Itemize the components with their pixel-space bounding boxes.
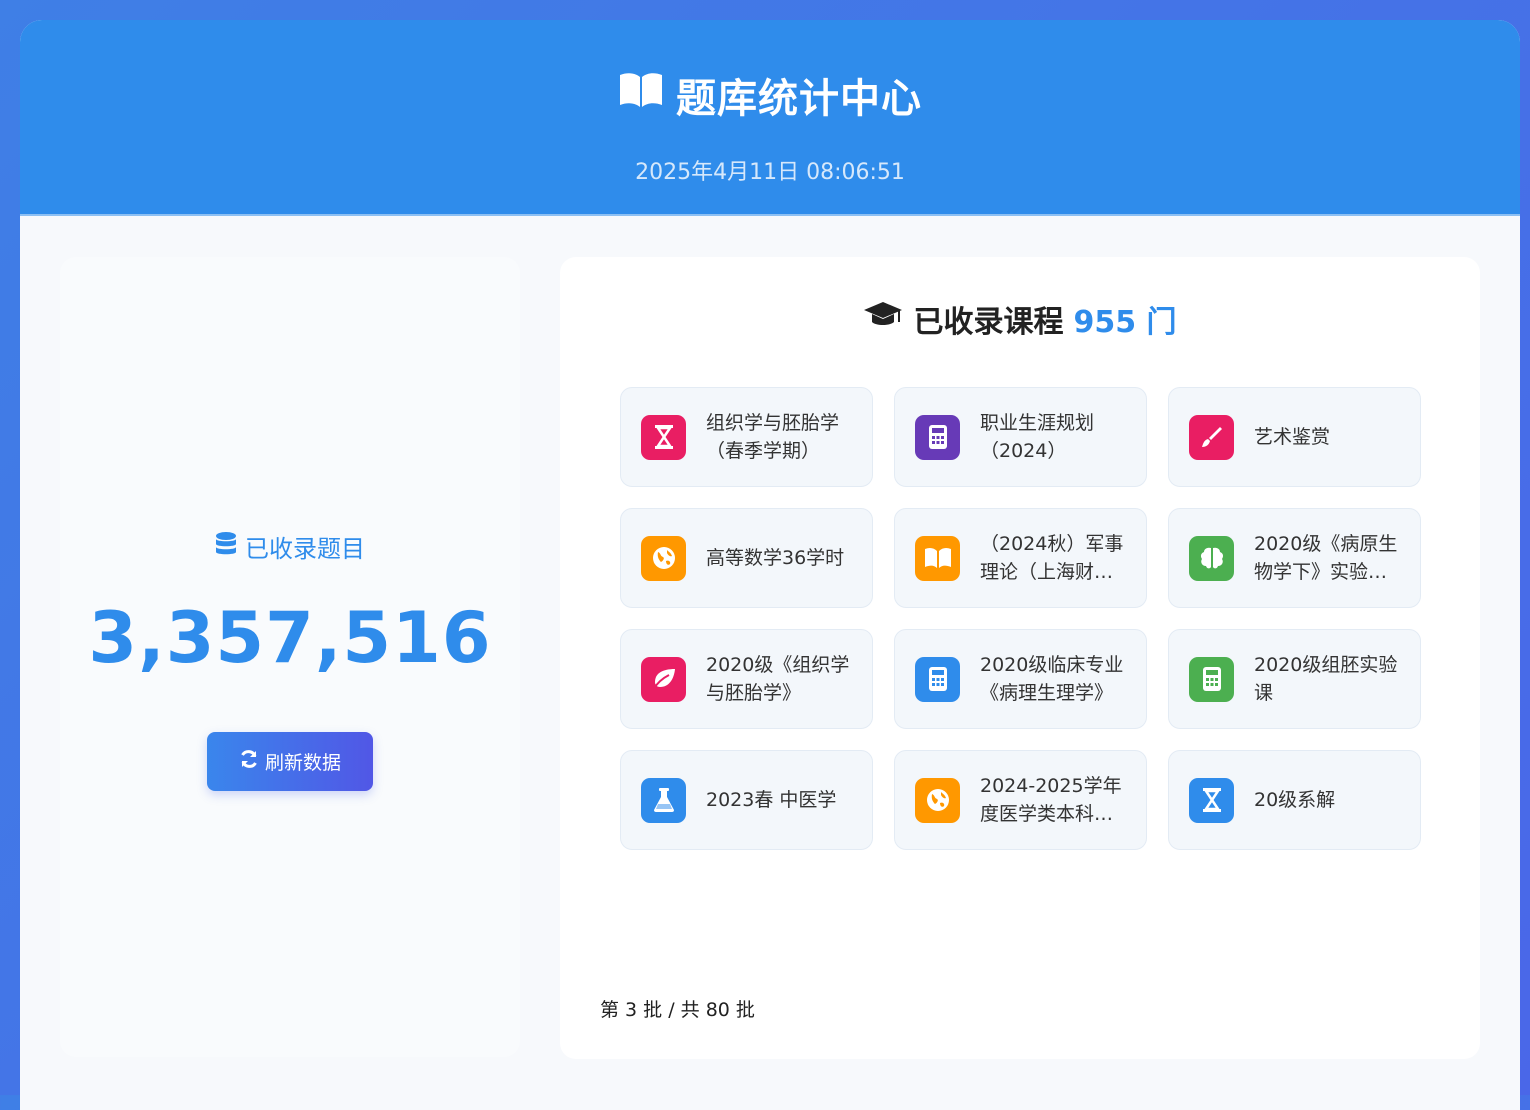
current-datetime: 2025年4月11日 08:06:51 (635, 160, 905, 185)
question-count-value: 3,357,516 (88, 597, 492, 679)
refresh-icon (239, 749, 259, 774)
globe-icon (915, 777, 960, 823)
course-grid: 组织学与胚胎学（春季学期） 职业生涯规划（2024） 艺术鉴赏高等数学36学时 （20… (620, 387, 1421, 850)
book-icon (915, 535, 960, 581)
course-name: 2023春 中医学 (706, 789, 837, 811)
brain-icon (1189, 535, 1234, 581)
course-name: 组织学与胚胎学（春季学期） (706, 412, 840, 462)
course-card[interactable]: 2024-2025学年度医学类本科… (894, 750, 1147, 850)
course-card[interactable]: （2024秋）军事理论（上海财… (894, 508, 1147, 608)
course-card[interactable]: 20级系解 (1168, 750, 1421, 850)
course-card[interactable]: 组织学与胚胎学（春季学期） (620, 387, 873, 487)
course-name: 2020级《组织学与胚胎学》 (706, 654, 850, 704)
question-stats-panel: 已收录题目 3,357,516 刷新数据 (60, 257, 520, 1057)
courses-panel: 已收录课程 955 门 组织学与胚胎学（春季学期） 职业生涯规划（2024） 艺术鉴… (560, 257, 1480, 1059)
stat-label-text: 已收录题目 (245, 535, 365, 563)
course-name: 2020级临床专业《病理生理学》 (980, 654, 1124, 704)
course-card[interactable]: 高等数学36学时 (620, 508, 873, 608)
course-name: 高等数学36学时 (706, 547, 845, 569)
course-name: 艺术鉴赏 (1254, 426, 1331, 448)
globe-icon (641, 535, 686, 581)
course-name: 2024-2025学年度医学类本科… (980, 775, 1122, 825)
course-name: 职业生涯规划（2024） (980, 412, 1095, 462)
course-card[interactable]: 艺术鉴赏 (1168, 387, 1421, 487)
refresh-label: 刷新数据 (264, 752, 341, 774)
hourglass-icon (641, 414, 686, 460)
courses-count: 955 门 (1073, 305, 1177, 340)
hourglass-icon (1189, 777, 1234, 823)
course-card[interactable]: 职业生涯规划（2024） (894, 387, 1147, 487)
course-card[interactable]: 2020级临床专业《病理生理学》 (894, 629, 1147, 729)
course-card[interactable]: 2020级《病原生物学下》实验… (1168, 508, 1421, 608)
title-text: 题库统计中心 (676, 76, 922, 122)
header: 题库统计中心 2025年4月11日 08:06:51 (20, 20, 1520, 216)
course-name: （2024秋）军事理论（上海财… (980, 533, 1124, 583)
course-card[interactable]: 2020级《组织学与胚胎学》 (620, 629, 873, 729)
courses-heading: 已收录课程 955 门 (560, 297, 1480, 341)
brush-icon (1189, 414, 1234, 460)
graduation-cap-icon (863, 300, 903, 338)
leaf-icon (641, 656, 686, 702)
dashboard-card: 题库统计中心 2025年4月11日 08:06:51 已收录题目 3,357,5… (20, 20, 1520, 1110)
database-icon (215, 531, 237, 563)
courses-heading-text: 已收录课程 (913, 305, 1064, 340)
refresh-button[interactable]: 刷新数据 (207, 732, 373, 791)
page-title: 题库统计中心 (20, 20, 1520, 124)
calculator-icon (915, 656, 960, 702)
calculator-icon (915, 414, 960, 460)
course-name: 20级系解 (1254, 789, 1336, 811)
question-count-label: 已收录题目 (60, 529, 520, 564)
batch-pager: 第 3 批 / 共 80 批 (600, 999, 755, 1021)
course-name: 2020级组胚实验课 (1254, 654, 1398, 704)
course-name: 2020级《病原生物学下》实验… (1254, 533, 1398, 583)
open-book-icon (618, 71, 664, 119)
course-card[interactable]: 2020级组胚实验课 (1168, 629, 1421, 729)
calculator-icon (1189, 656, 1234, 702)
flask-icon (641, 777, 686, 823)
course-card[interactable]: 2023春 中医学 (620, 750, 873, 850)
